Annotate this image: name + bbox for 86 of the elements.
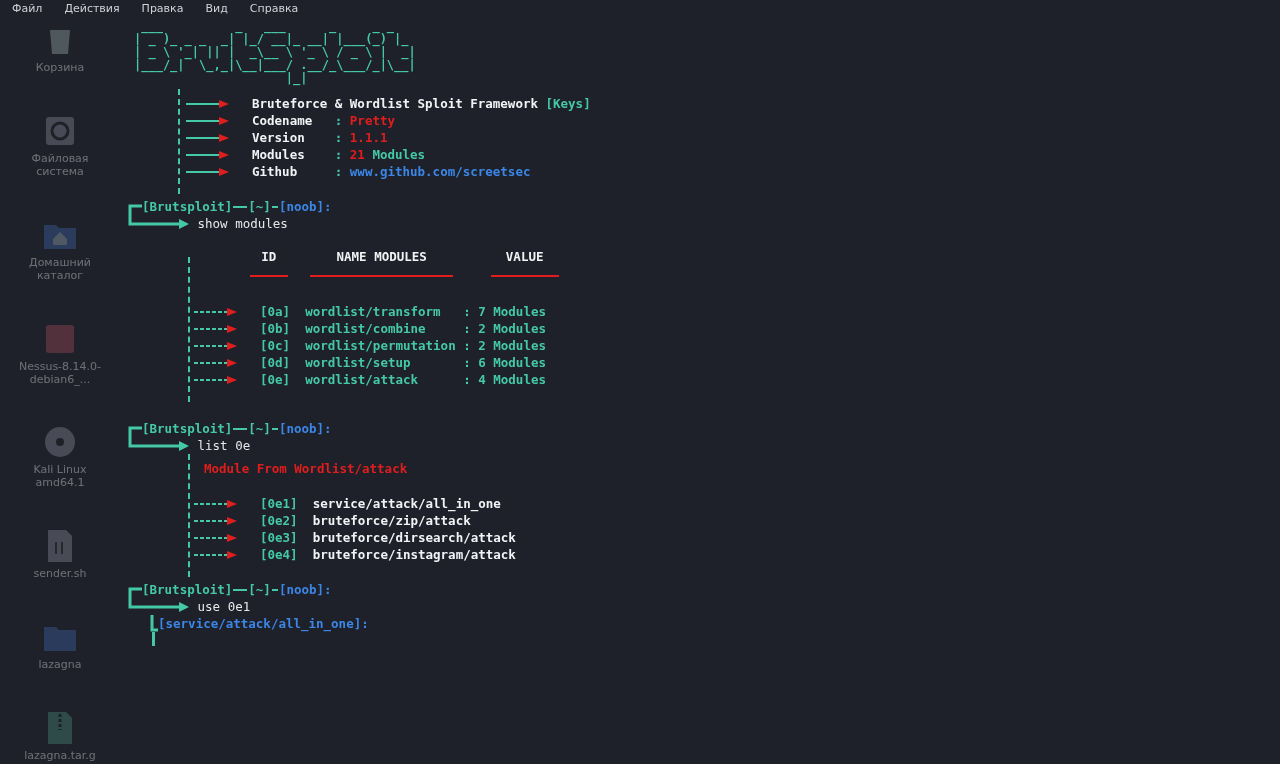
arrow-icon [194,306,238,317]
command-text: list 0e [196,437,251,454]
github-link[interactable]: www.github.com/screetsec [349,163,531,180]
module-name: wordlist/attack [305,371,420,388]
arrow-icon [194,340,238,351]
arrow-icon [186,98,230,109]
framework-name: Bruteforce & Wordlist Sploit Framework [252,95,538,112]
arrow-icon [186,115,230,126]
separator: : [334,129,343,146]
arrow-icon [194,532,238,543]
prompt-name: [Brutsploit] [142,198,233,215]
menu-item[interactable]: Правка [141,1,184,15]
module-name: wordlist/permutation [305,337,457,354]
separator: : [334,163,343,180]
arrow-icon [186,149,230,160]
column-header: VALUE [490,248,559,277]
info-label: Codename [252,112,314,129]
prompt-arrow-icon [128,598,190,615]
arrow-icon [186,166,230,177]
desktop-icon-label[interactable]: Файловая система [10,151,110,178]
prompt-name: [Brutsploit] [142,581,233,598]
module-path: bruteforce/zip/attack [312,512,471,529]
prompt-path: [~] [248,581,271,598]
menu-item[interactable]: Справка [249,1,299,15]
module-id: [0b] [260,320,292,337]
desktop-icon-label[interactable]: Домашний каталог [10,255,110,282]
info-label: Github [252,163,299,180]
tag-text: [Keys] [545,95,591,112]
module-count: : 2 Modules [463,337,546,354]
ascii-art-title: ___ _ ___ _ _ _ | _ )_ _ _ _| |_/ __|_ __| |___(_) |_ | _ \ '_| || | _\__ \ '_ \ / _ \ | _| |___/_| \_,_|\__|___/ .__/_\___/_|\__| |_| [133,18,417,88]
arrow-icon [194,357,238,368]
desktop-icon-label[interactable]: lazagna.tar.g [10,748,110,762]
separator: : [334,112,343,129]
module-id: [0c] [260,337,292,354]
desktop-icon-label[interactable]: Nessus-8.14.0-debian6_... [10,359,110,386]
arrow-icon [194,515,238,526]
module-name: wordlist/combine [305,320,427,337]
desktop-icon-label[interactable]: lazagna [10,658,110,672]
prompt-user: [noob]: [278,581,332,598]
desktop-icon-label[interactable]: Kali Linux amd64.1 [10,463,110,490]
module-id: [0e2] [260,512,299,529]
context-path: [service/attack/all_in_one]: [158,615,369,632]
module-count: : 6 Modules [463,354,546,371]
module-path: service/attack/all_in_one [312,495,501,512]
prompt-arrow-icon [128,437,190,454]
arrow-icon [194,374,238,385]
arrow-icon [194,549,238,560]
prompt-name: [Brutsploit] [142,420,233,437]
menu-item[interactable]: Действия [64,1,120,15]
separator: : [334,146,343,163]
info-unit: Modules [372,146,426,163]
command-text: use 0e1 [196,598,251,615]
desktop-icon-label[interactable]: sender.sh [10,567,110,581]
desktop-icon-label[interactable]: Корзина [10,61,110,74]
arrow-icon [194,498,238,509]
prompt-path: [~] [248,420,271,437]
module-count: : 2 Modules [463,320,546,337]
module-name: wordlist/transform [305,303,442,320]
arrow-icon [194,323,238,334]
command-text: show modules [196,215,288,232]
column-header: NAME MODULES [310,248,454,277]
module-count: : 7 Modules [463,303,546,320]
menu-item[interactable]: Файл [12,1,43,15]
module-id: [0e4] [260,546,299,563]
module-count: : 4 Modules [463,371,546,388]
info-label: Version [252,129,306,146]
info-label: Modules [252,146,306,163]
module-id: [0e1] [260,495,299,512]
module-id: [0e] [260,371,292,388]
module-id: [0d] [260,354,292,371]
info-value: 1.1.1 [349,129,388,146]
arrow-icon [186,132,230,143]
module-id: [0a] [260,303,292,320]
module-path: bruteforce/instagram/attack [312,546,516,563]
prompt-user: [noob]: [278,420,332,437]
prompt-arrow-icon [128,215,190,232]
module-id: [0e3] [260,529,299,546]
module-path: bruteforce/dirsearch/attack [312,529,516,546]
section-title: Module From Wordlist/attack [203,460,408,478]
menu-item[interactable]: Вид [205,1,228,15]
prompt-user: [noob]: [278,198,332,215]
prompt-path: [~] [248,198,271,215]
info-value: 21 [349,146,365,163]
column-header: ID [250,248,288,277]
info-value: Pretty [349,112,395,129]
module-name: wordlist/setup [305,354,412,371]
